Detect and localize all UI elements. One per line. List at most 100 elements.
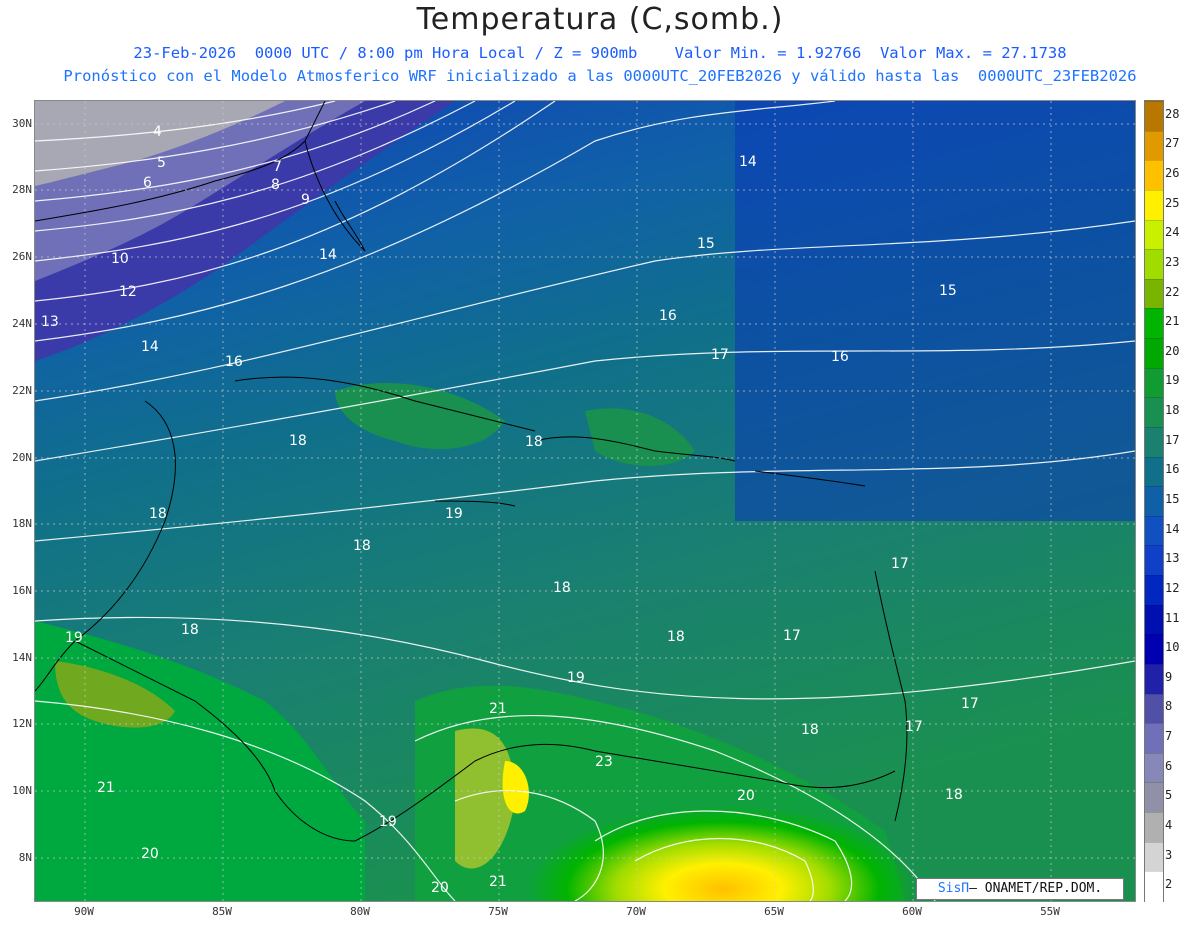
contour-label: 18: [149, 506, 167, 522]
contour-label: 16: [831, 349, 849, 365]
contour-label: 18: [353, 538, 371, 554]
contour-label: 15: [697, 236, 715, 252]
lat-label: 20N: [12, 451, 32, 464]
contour-label: 8: [271, 177, 280, 193]
contour-label: 10: [111, 251, 129, 267]
model-init-line: Pronóstico con el Modelo Atmosferico WRF…: [63, 67, 1137, 85]
map-title: Temperatura (C,somb.): [416, 2, 784, 37]
lat-label: 16N: [12, 584, 32, 597]
colorbar-swatch: [1145, 486, 1163, 517]
colorbar-label: 5: [1165, 788, 1173, 803]
colorbar-label: 4: [1165, 817, 1173, 832]
colorbar-label: 27: [1165, 136, 1180, 151]
lon-label: 80W: [350, 905, 370, 918]
colorbar-label: 6: [1165, 758, 1173, 773]
colorbar-swatch: [1145, 723, 1163, 754]
colorbar-swatch: [1145, 308, 1163, 340]
lat-label: 14N: [12, 651, 32, 664]
valid-time-line: 23-Feb-2026 0000 UTC / 8:00 pm Hora Loca…: [133, 44, 1067, 62]
colorbar-swatch: [1145, 278, 1163, 310]
lon-label: 55W: [1040, 905, 1060, 918]
colorbar-swatch: [1145, 338, 1163, 369]
contour-label: 20: [737, 788, 755, 804]
colorbar-swatch: [1145, 693, 1163, 725]
colorbar-label: 19: [1165, 373, 1180, 388]
contour-label: 21: [489, 874, 507, 890]
colorbar-label: 11: [1165, 610, 1180, 625]
colorbar-label: 3: [1165, 847, 1173, 862]
contour-label: 5: [157, 155, 166, 171]
contour-label: 18: [945, 787, 963, 803]
contour-label: 13: [41, 314, 59, 330]
lat-label: 10N: [12, 784, 32, 797]
contour-label: 19: [65, 630, 83, 646]
colorbar-swatch: [1145, 634, 1163, 665]
contour-label: 19: [445, 506, 463, 522]
colorbar-label: 17: [1165, 432, 1180, 447]
contour-label: 18: [801, 722, 819, 738]
contour-label: 14: [739, 154, 757, 170]
lat-label: 18N: [12, 517, 32, 530]
contour-label: 19: [379, 814, 397, 830]
colorbar-label: 25: [1165, 195, 1180, 210]
colorbar-label: 20: [1165, 343, 1180, 358]
colorbar-label: 12: [1165, 580, 1180, 595]
colorbar-swatch: [1145, 812, 1163, 843]
colorbar-swatch: [1145, 249, 1163, 280]
colorbar-label: 16: [1165, 462, 1180, 477]
contour-label: 17: [905, 719, 923, 735]
temperature-map: 4 5 6 7 8 9 10 12 13 14 14 14 15 15 16 1…: [34, 100, 1136, 902]
colorbar-swatch: [1145, 130, 1163, 162]
colorbar-label: 22: [1165, 284, 1180, 299]
lat-label: 28N: [12, 183, 32, 196]
colorbar-swatch: [1145, 189, 1163, 221]
colorbar-swatch: [1145, 782, 1163, 814]
contour-label: 14: [319, 247, 337, 263]
colorbar-label: 14: [1165, 521, 1180, 536]
contour-label: 16: [225, 354, 243, 370]
colorbar-label: 13: [1165, 551, 1180, 566]
contour-label: 15: [939, 283, 957, 299]
lon-label: 75W: [488, 905, 508, 918]
credit-text: – ONAMET/REP.DOM.: [969, 881, 1103, 896]
colorbar-swatch: [1145, 160, 1163, 191]
contour-label: 18: [667, 629, 685, 645]
contour-label: 20: [141, 846, 159, 862]
colorbar-swatch: [1145, 841, 1163, 873]
colorbar-swatch: [1145, 604, 1163, 636]
lat-label: 30N: [12, 117, 32, 130]
colorbar-label: 9: [1165, 669, 1173, 684]
colorbar-swatch: [1145, 426, 1163, 458]
contour-label: 14: [141, 339, 159, 355]
colorbar-swatch: [1145, 397, 1163, 428]
colorbar-swatch: [1145, 663, 1163, 695]
lat-label: 26N: [12, 250, 32, 263]
colorbar-label: 26: [1165, 166, 1180, 181]
contour-label: 16: [659, 308, 677, 324]
colorbar-swatch: [1145, 367, 1163, 399]
colorbar-label: 28: [1165, 106, 1180, 121]
contour-label: 18: [289, 433, 307, 449]
colorbar-label: 24: [1165, 225, 1180, 240]
colorbar-swatch: [1145, 101, 1163, 132]
colorbar-swatch: [1145, 871, 1163, 902]
colorbar-label: 10: [1165, 640, 1180, 655]
contour-label: 18: [553, 580, 571, 596]
contour-label: 17: [711, 347, 729, 363]
colorbar-label: 8: [1165, 699, 1173, 714]
colorbar: [1144, 100, 1164, 902]
colorbar-label: 2: [1165, 877, 1173, 892]
lat-label: 22N: [12, 384, 32, 397]
contour-label: 19: [567, 670, 585, 686]
contour-label: 4: [153, 124, 162, 140]
lon-label: 65W: [764, 905, 784, 918]
lon-label: 60W: [902, 905, 922, 918]
colorbar-swatch: [1145, 575, 1163, 606]
colorbar-label: 15: [1165, 492, 1180, 506]
contour-label: 17: [783, 628, 801, 644]
lon-label: 85W: [212, 905, 232, 918]
lon-label: 90W: [74, 905, 94, 918]
colorbar-swatch: [1145, 515, 1163, 547]
colorbar-label: 21: [1165, 314, 1180, 329]
contour-label: 23: [595, 754, 613, 770]
